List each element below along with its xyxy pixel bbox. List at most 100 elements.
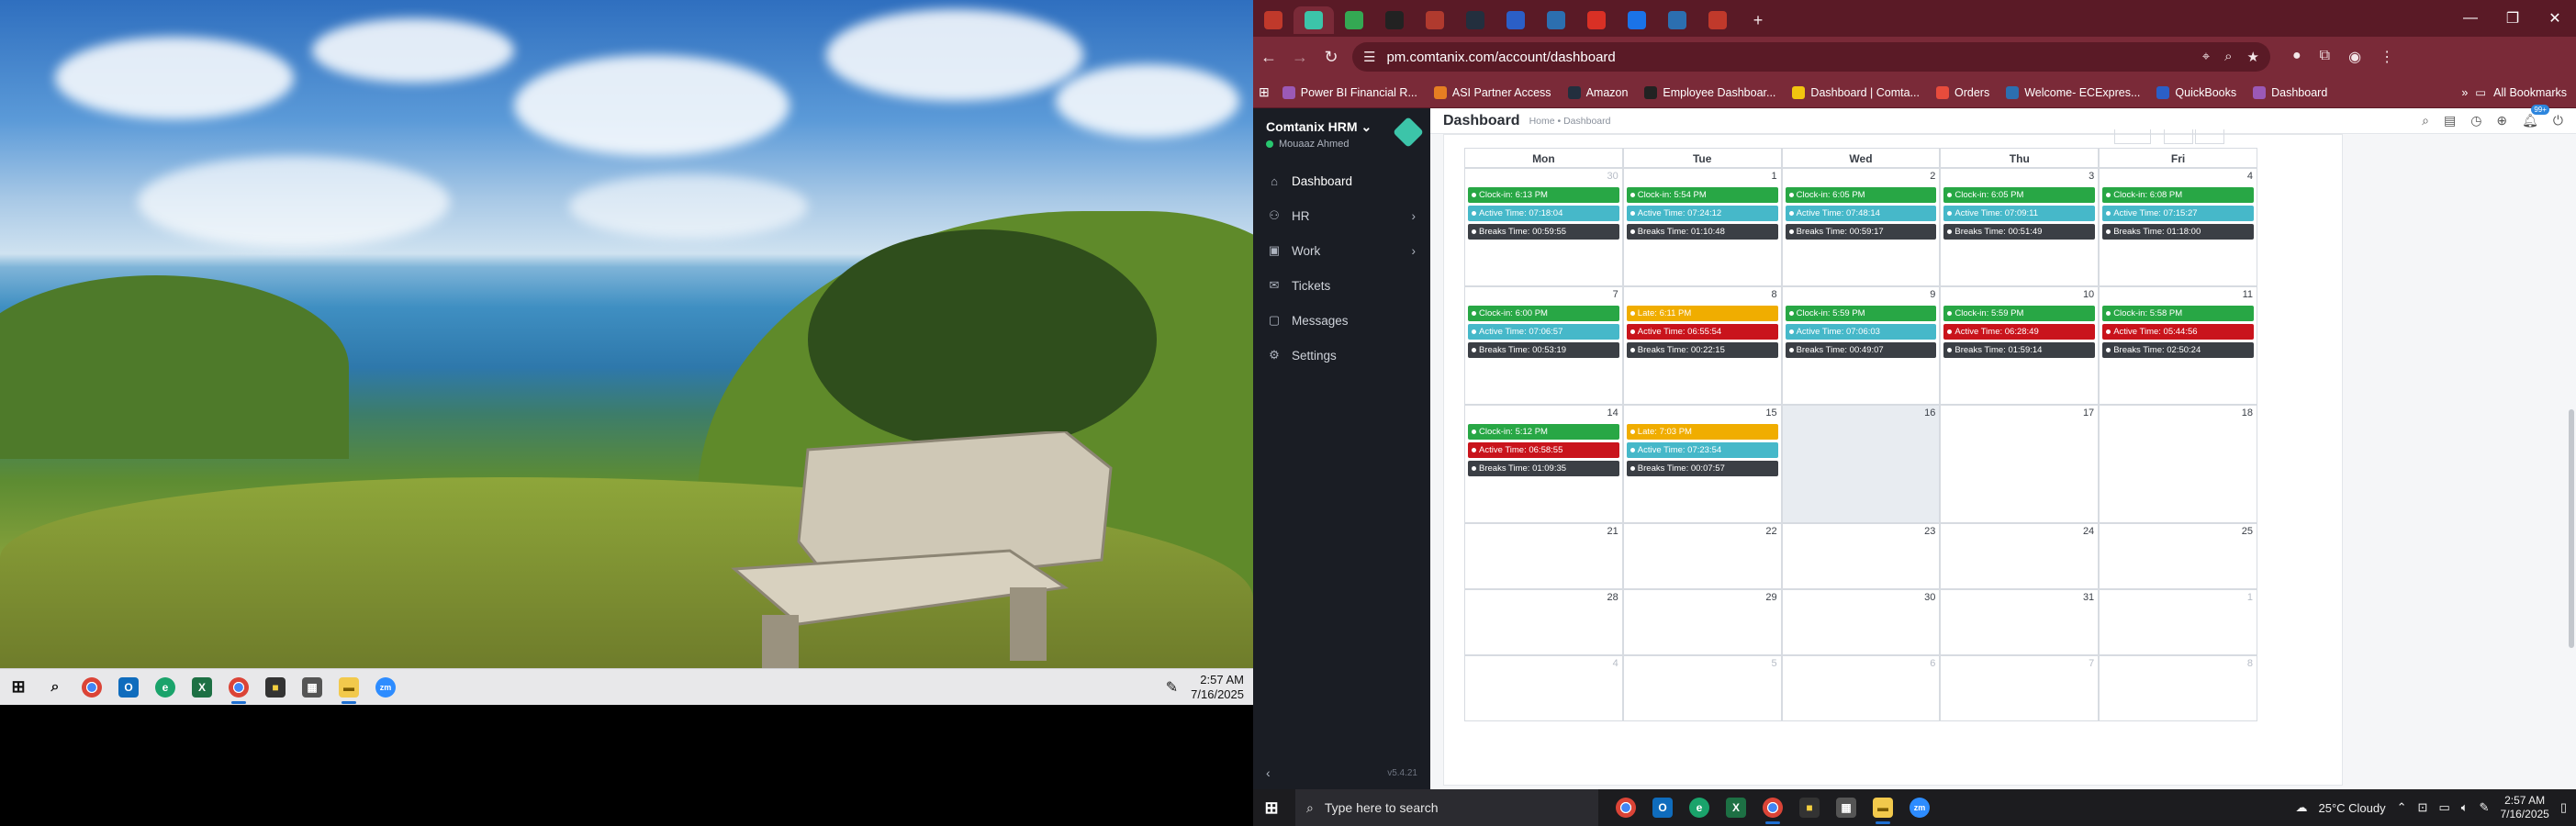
site-info-icon[interactable]: ☰ bbox=[1363, 49, 1375, 65]
attendance-event-clockin[interactable]: Clock-in: 6:05 PM bbox=[1785, 187, 1937, 203]
attendance-event-clockin[interactable]: Clock-in: 5:54 PM bbox=[1626, 187, 1778, 203]
battery-icon[interactable]: ▭ bbox=[2438, 800, 2449, 815]
sidebar-item-tickets[interactable]: ✉ Tickets bbox=[1253, 268, 1430, 303]
zoom-icon[interactable]: ⌕ bbox=[2224, 49, 2232, 65]
apps-grid-icon[interactable]: ⊞ bbox=[1259, 84, 1270, 100]
account-icon[interactable]: ◉ bbox=[2348, 48, 2361, 66]
add-icon[interactable]: ⊕ bbox=[2496, 113, 2507, 128]
browser-tab[interactable] bbox=[1495, 6, 1536, 34]
calendar-day-cell[interactable]: 15 Late: 7:03 PM Active Time: 07:23:54 Brea… bbox=[1622, 405, 1782, 523]
calendar-day-cell[interactable]: 30 Clock-in: 6:13 PM Active Time: 07:18:04… bbox=[1464, 168, 1623, 286]
search-icon[interactable]: ⌕ bbox=[2422, 113, 2429, 128]
attendance-event-active-low[interactable]: Active Time: 06:55:54 bbox=[1626, 324, 1778, 340]
browser-tab[interactable] bbox=[1536, 6, 1576, 34]
clock-icon[interactable]: ◷ bbox=[2470, 113, 2481, 128]
browser-tab[interactable] bbox=[1697, 6, 1738, 34]
bookmark-item[interactable]: Amazon bbox=[1567, 85, 1628, 99]
calendar-day-cell[interactable]: 5 bbox=[1622, 655, 1782, 721]
calculator-taskbar-icon[interactable]: ▦ bbox=[1828, 789, 1865, 826]
attendance-event-active-ok[interactable]: Active Time: 07:06:57 bbox=[1468, 324, 1619, 340]
address-bar[interactable]: ☰ pm.comtanix.com/account/dashboard ⌖ ⌕ … bbox=[1352, 42, 2270, 72]
attendance-event-clockin[interactable]: Clock-in: 5:58 PM bbox=[2102, 306, 2254, 321]
new-tab-button[interactable]: + bbox=[1738, 6, 1778, 34]
notification-bell-icon[interactable]: 🔔︎ 99+ bbox=[2522, 105, 2549, 128]
browser-tab[interactable] bbox=[1576, 6, 1617, 34]
attendance-event-clockin[interactable]: Clock-in: 6:00 PM bbox=[1468, 306, 1619, 321]
calendar-day-cell[interactable]: 9 Clock-in: 5:59 PM Active Time: 07:06:03 B… bbox=[1781, 286, 1941, 405]
all-bookmarks[interactable]: » ▭ All Bookmarks bbox=[2461, 85, 2567, 100]
attendance-event-active-low[interactable]: Active Time: 06:28:49 bbox=[1943, 324, 2096, 340]
calendar-next-button[interactable] bbox=[2195, 129, 2224, 144]
bookmark-item[interactable]: QuickBooks bbox=[2156, 85, 2236, 99]
excel-taskbar-icon[interactable]: X bbox=[1718, 789, 1754, 826]
reload-icon[interactable]: ↻ bbox=[1316, 41, 1347, 73]
calendar-day-cell[interactable]: 7 Clock-in: 6:00 PM Active Time: 07:06:57 B… bbox=[1464, 286, 1623, 405]
sidebar-item-messages[interactable]: ▢ Messages bbox=[1253, 303, 1430, 338]
zoom-taskbar-icon[interactable]: zm bbox=[1901, 789, 1938, 826]
forward-icon[interactable]: → bbox=[1284, 41, 1316, 73]
sidebar-item-hr[interactable]: ⚇ HR › bbox=[1253, 198, 1430, 233]
location-icon[interactable]: ⌖ bbox=[2202, 49, 2210, 65]
browser-tab[interactable] bbox=[1294, 6, 1334, 34]
attendance-event-clockin[interactable]: Clock-in: 5:59 PM bbox=[1943, 306, 2096, 321]
right-clock[interactable]: 2:57 AM 7/16/2025 bbox=[2500, 794, 2548, 821]
calendar-day-cell[interactable]: 2 Clock-in: 6:05 PM Active Time: 07:48:14 B… bbox=[1781, 168, 1941, 286]
browser-tab[interactable] bbox=[1415, 6, 1455, 34]
calendar-prev-button[interactable] bbox=[2164, 129, 2193, 144]
menu-icon[interactable]: ⋮ bbox=[2380, 48, 2394, 66]
excel-taskbar-icon[interactable]: X bbox=[184, 669, 220, 706]
attendance-event-clockin[interactable]: Clock-in: 6:08 PM bbox=[2102, 187, 2254, 203]
calendar-day-cell[interactable]: 4 bbox=[1464, 655, 1623, 721]
attendance-event-active-low[interactable]: Active Time: 06:58:55 bbox=[1468, 442, 1619, 458]
attendance-event-clockin[interactable]: Clock-in: 5:12 PM bbox=[1468, 424, 1619, 440]
calendar-day-cell[interactable]: 14 Clock-in: 5:12 PM Active Time: 06:58:55… bbox=[1464, 405, 1623, 523]
calendar-day-cell[interactable]: 16 bbox=[1781, 405, 1941, 523]
attendance-event-clockin[interactable]: Clock-in: 5:59 PM bbox=[1785, 306, 1937, 321]
attendance-event-breaks[interactable]: Breaks Time: 01:10:48 bbox=[1626, 224, 1778, 240]
attendance-event-breaks[interactable]: Breaks Time: 01:09:35 bbox=[1468, 461, 1619, 476]
volume-icon[interactable]: 🔈︎ bbox=[2461, 800, 2469, 815]
calendar-day-cell[interactable]: 25 bbox=[2099, 523, 2257, 589]
minimize-icon[interactable]: — bbox=[2449, 0, 2492, 37]
calendar-day-cell[interactable]: 24 bbox=[1940, 523, 2100, 589]
maximize-icon[interactable]: ❐ bbox=[2492, 0, 2534, 37]
attendance-event-active-ok[interactable]: Active Time: 07:48:14 bbox=[1785, 206, 1937, 221]
calendar-day-cell[interactable]: 3 Clock-in: 6:05 PM Active Time: 07:09:11 B… bbox=[1940, 168, 2100, 286]
page-scrollbar[interactable] bbox=[2567, 134, 2574, 789]
outlook-taskbar-icon[interactable]: O bbox=[1644, 789, 1681, 826]
attendance-event-clockin[interactable]: Clock-in: 6:13 PM bbox=[1468, 187, 1619, 203]
profile-circle-icon[interactable]: ● bbox=[2292, 48, 2302, 66]
chrome-active-taskbar-icon[interactable] bbox=[220, 669, 257, 706]
browser-tab[interactable] bbox=[1455, 6, 1495, 34]
bookmark-item[interactable]: Employee Dashboar... bbox=[1644, 85, 1775, 99]
edge-taskbar-icon[interactable]: e bbox=[147, 669, 184, 706]
attendance-event-breaks[interactable]: Breaks Time: 00:59:55 bbox=[1468, 224, 1619, 240]
browser-tab[interactable] bbox=[1617, 6, 1657, 34]
back-icon[interactable]: ← bbox=[1253, 41, 1284, 73]
collapse-sidebar-icon[interactable]: ‹ bbox=[1266, 765, 1271, 780]
chevron-up-icon[interactable]: ⌃ bbox=[2397, 800, 2407, 815]
zoom-taskbar-icon[interactable]: zm bbox=[367, 669, 404, 706]
calendar-day-cell[interactable]: 28 bbox=[1464, 589, 1623, 655]
calendar-day-cell[interactable]: 1 bbox=[2099, 589, 2257, 655]
attendance-event-active-ok[interactable]: Active Time: 07:15:27 bbox=[2102, 206, 2254, 221]
attendance-event-breaks[interactable]: Breaks Time: 00:49:07 bbox=[1785, 342, 1937, 358]
calendar-day-cell[interactable]: 18 bbox=[2099, 405, 2257, 523]
attendance-event-late[interactable]: Late: 7:03 PM bbox=[1626, 424, 1778, 440]
close-icon[interactable]: ✕ bbox=[2534, 0, 2576, 37]
attendance-event-breaks[interactable]: Breaks Time: 00:22:15 bbox=[1626, 342, 1778, 358]
chrome-taskbar-icon[interactable] bbox=[73, 669, 110, 706]
attendance-event-breaks[interactable]: Breaks Time: 01:18:00 bbox=[2102, 224, 2254, 240]
bookmark-item[interactable]: Dashboard bbox=[2253, 85, 2327, 99]
star-icon[interactable]: ★ bbox=[2247, 49, 2259, 65]
attendance-event-active-ok[interactable]: Active Time: 07:23:54 bbox=[1626, 442, 1778, 458]
search-button[interactable]: ⌕ bbox=[37, 669, 73, 706]
taskbar-search-box[interactable]: ⌕ Type here to search bbox=[1295, 789, 1598, 826]
browser-tab[interactable] bbox=[1374, 6, 1415, 34]
calendar-day-cell[interactable]: 8 Late: 6:11 PM Active Time: 06:55:54 Break… bbox=[1622, 286, 1782, 405]
attendance-event-late[interactable]: Late: 6:11 PM bbox=[1626, 306, 1778, 321]
browser-tab[interactable] bbox=[1253, 6, 1294, 34]
breadcrumb[interactable]: Home • Dashboard bbox=[1529, 116, 1611, 127]
extensions-icon[interactable]: ⧉ bbox=[2320, 48, 2330, 66]
notes-icon[interactable]: ▤ bbox=[2444, 113, 2456, 128]
